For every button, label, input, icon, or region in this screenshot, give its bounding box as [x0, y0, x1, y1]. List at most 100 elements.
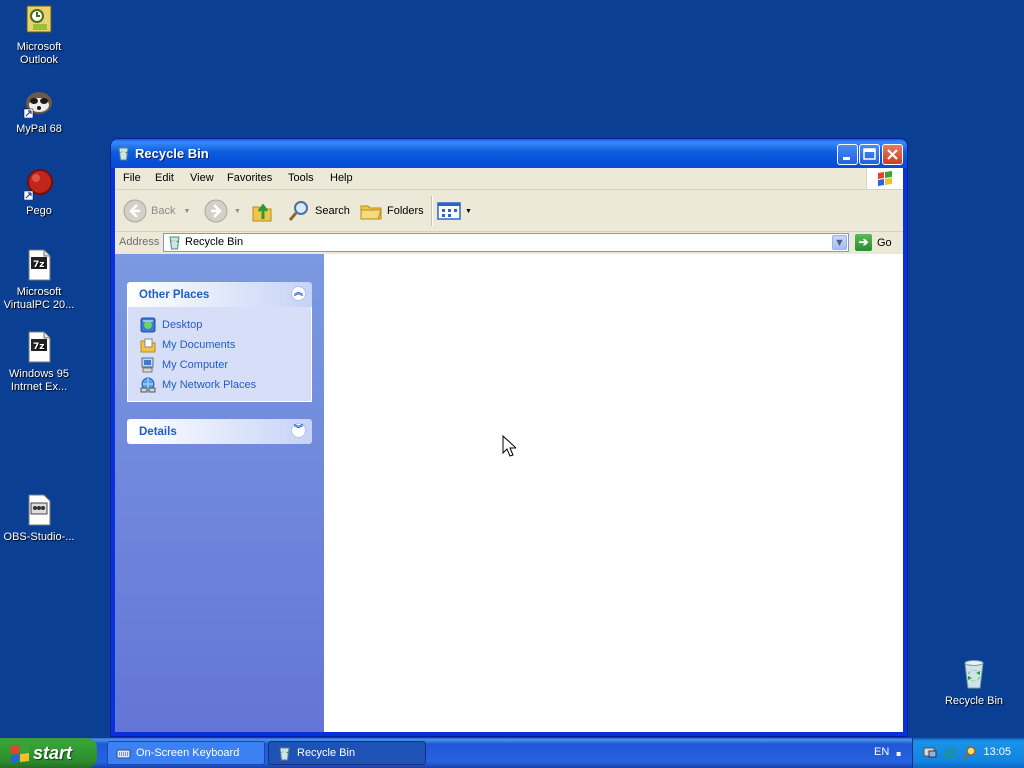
chevron-down-icon: ▼	[465, 207, 472, 215]
clock[interactable]: 13:05	[983, 746, 1011, 758]
place-my-documents[interactable]: My Documents	[140, 335, 311, 355]
close-icon	[887, 149, 898, 160]
7z-archive-icon: 7z	[23, 249, 55, 281]
desktop-icon-recycle-bin[interactable]: Recycle Bin	[935, 658, 1013, 708]
recycle-tray-icon[interactable]	[943, 745, 957, 759]
menu-edit[interactable]: Edit	[155, 172, 174, 184]
desktop-icon-win95-ie[interactable]: 7z Windows 95 Intrnet Ex...	[0, 331, 78, 394]
language-bar-options-icon[interactable]: ▪	[896, 749, 901, 758]
place-my-computer[interactable]: My Computer	[140, 355, 311, 375]
details-panel: Details ︾	[127, 419, 312, 444]
mypal-icon	[23, 86, 55, 119]
pego-icon	[23, 168, 55, 201]
desktop-icon	[140, 317, 156, 333]
obs-installer-icon	[23, 494, 55, 526]
file-list-area[interactable]	[324, 254, 903, 732]
menu-bar: File Edit View Favorites Tools Help	[115, 168, 903, 190]
other-places-header[interactable]: Other Places ︽	[127, 282, 312, 307]
menu-file[interactable]: File	[123, 172, 141, 184]
minimize-icon	[843, 157, 850, 160]
folders-button[interactable]: Folders	[359, 199, 424, 223]
desktop-icon-label: OBS-Studio-...	[3, 531, 75, 543]
outlook-icon	[23, 4, 55, 36]
desktop-icon-obs[interactable]: OBS-Studio-...	[0, 494, 78, 544]
desktop-icon-pego[interactable]: Pego	[0, 168, 78, 218]
safely-remove-hardware-icon[interactable]	[923, 745, 937, 759]
back-arrow-icon	[123, 199, 147, 223]
expand-icon[interactable]: ︾	[291, 423, 306, 438]
windows-flag-icon	[11, 744, 29, 763]
close-button[interactable]	[882, 144, 903, 165]
address-label: Address	[119, 236, 160, 248]
go-arrow-icon: ➔	[855, 234, 872, 251]
toolbar: Back ▼ ▼ Search Folders ▼	[115, 190, 903, 232]
taskbar: start On-Screen Keyboard Recycle Bin EN …	[0, 738, 1024, 768]
desktop-icon-outlook[interactable]: Microsoft Outlook	[0, 4, 78, 67]
my-computer-icon	[140, 357, 156, 373]
address-value: Recycle Bin	[185, 236, 244, 248]
language-indicator[interactable]: EN	[874, 746, 889, 758]
chevron-down-icon: ▼	[183, 207, 191, 215]
title-bar[interactable]: Recycle Bin	[111, 139, 907, 168]
desktop-icon-label: Microsoft Outlook	[16, 41, 62, 66]
folders-label: Folders	[387, 205, 424, 217]
minimize-button[interactable]	[837, 144, 858, 165]
go-button[interactable]: ➔ Go	[855, 233, 892, 252]
search-icon	[288, 201, 308, 221]
place-label: Desktop	[162, 319, 203, 331]
svg-text:7z: 7z	[33, 342, 45, 352]
my-documents-icon	[140, 337, 156, 353]
network-places-icon	[140, 377, 156, 393]
place-my-network[interactable]: My Network Places	[140, 375, 311, 395]
back-button[interactable]: Back ▼	[123, 199, 190, 223]
place-label: My Computer	[162, 359, 229, 371]
menu-view[interactable]: View	[190, 172, 214, 184]
search-label: Search	[315, 205, 350, 217]
views-button[interactable]: ▼	[437, 199, 472, 223]
window-title: Recycle Bin	[135, 146, 209, 161]
address-input[interactable]: Recycle Bin ▼	[163, 233, 849, 252]
task-pane: Other Places ︽ Desktop My Documents My C…	[115, 254, 324, 732]
panel-title: Other Places	[139, 289, 210, 301]
taskbar-button-recycle-bin[interactable]: Recycle Bin	[268, 741, 426, 765]
system-tray: 13:05	[912, 738, 1024, 768]
desktop-icon-label: Pego	[26, 205, 52, 217]
recycle-bin-icon	[116, 146, 131, 161]
collapse-icon[interactable]: ︽	[291, 286, 306, 301]
up-folder-button[interactable]	[251, 199, 273, 223]
go-label: Go	[877, 236, 892, 249]
details-header[interactable]: Details ︾	[127, 419, 312, 444]
7z-archive-icon: 7z	[23, 331, 55, 363]
desktop-icon-mypal[interactable]: MyPal 68	[0, 86, 78, 136]
address-dropdown-button[interactable]: ▼	[832, 235, 847, 250]
search-tray-icon[interactable]	[963, 745, 977, 759]
menu-tools[interactable]: Tools	[288, 172, 314, 184]
desktop-icon-label: Microsoft VirtualPC 20...	[3, 286, 75, 311]
menu-help[interactable]: Help	[330, 172, 353, 184]
recycle-bin-icon	[958, 658, 990, 690]
start-label: start	[33, 743, 73, 763]
start-button[interactable]: start	[0, 738, 97, 768]
keyboard-icon	[116, 746, 131, 761]
chevron-down-icon: ▼	[234, 207, 241, 215]
windows-logo-icon	[866, 168, 903, 189]
desktop-icon-label: Windows 95 Intrnet Ex...	[9, 368, 69, 393]
folders-icon	[360, 205, 382, 220]
taskbar-button-onscreen-keyboard[interactable]: On-Screen Keyboard	[107, 741, 265, 765]
desktop-icon-virtualpc[interactable]: 7z Microsoft VirtualPC 20...	[0, 249, 78, 312]
desktop-icon-label: MyPal 68	[16, 123, 62, 135]
maximize-button[interactable]	[859, 144, 880, 165]
desktop-icon-label: Recycle Bin	[944, 695, 1004, 707]
panel-title: Details	[139, 426, 177, 438]
place-desktop[interactable]: Desktop	[140, 315, 311, 335]
forward-button[interactable]: ▼	[204, 199, 241, 223]
search-button[interactable]: Search	[287, 199, 350, 223]
recycle-bin-icon	[169, 236, 180, 250]
mouse-cursor-icon	[502, 434, 518, 457]
views-icon	[437, 202, 461, 220]
svg-text:7z: 7z	[33, 260, 45, 270]
forward-arrow-icon	[204, 199, 228, 223]
recycle-bin-icon	[277, 746, 292, 761]
maximize-icon	[863, 148, 876, 160]
menu-favorites[interactable]: Favorites	[227, 172, 272, 184]
